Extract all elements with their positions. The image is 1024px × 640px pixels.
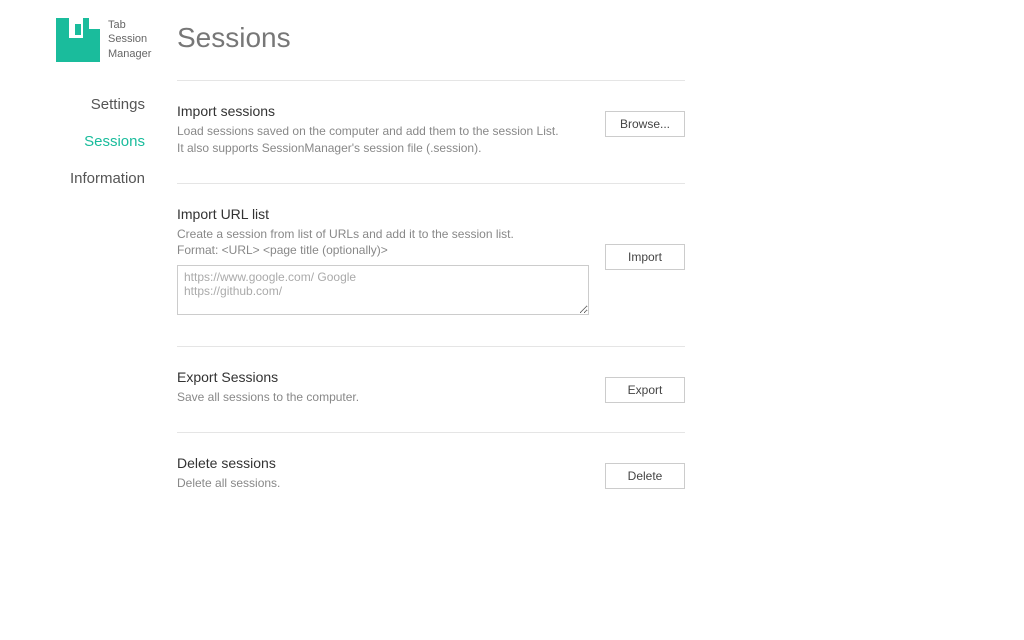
app-logo-block: Tab Session Manager — [18, 18, 151, 62]
import-url-desc: Create a session from list of URLs and a… — [177, 226, 589, 260]
export-title: Export Sessions — [177, 369, 589, 385]
import-button[interactable]: Import — [605, 244, 685, 270]
floppy-disk-icon — [56, 18, 100, 62]
section-import-sessions: Import sessions Load sessions saved on t… — [177, 80, 685, 183]
app-name: Tab Session Manager — [108, 18, 151, 61]
section-delete: Delete sessions Delete all sessions. Del… — [177, 432, 685, 518]
section-export: Export Sessions Save all sessions to the… — [177, 346, 685, 432]
import-url-title: Import URL list — [177, 206, 589, 222]
import-url-textarea[interactable] — [177, 265, 589, 315]
import-sessions-desc: Load sessions saved on the computer and … — [177, 123, 589, 157]
nav-information[interactable]: Information — [70, 160, 145, 197]
nav-settings[interactable]: Settings — [91, 86, 145, 123]
nav-sessions[interactable]: Sessions — [84, 123, 145, 160]
delete-desc: Delete all sessions. — [177, 475, 589, 492]
import-sessions-title: Import sessions — [177, 103, 589, 119]
delete-title: Delete sessions — [177, 455, 589, 471]
section-import-url: Import URL list Create a session from li… — [177, 183, 685, 347]
page-title: Sessions — [177, 22, 685, 54]
export-button[interactable]: Export — [605, 377, 685, 403]
browse-button[interactable]: Browse... — [605, 111, 685, 137]
delete-button[interactable]: Delete — [605, 463, 685, 489]
export-desc: Save all sessions to the computer. — [177, 389, 589, 406]
